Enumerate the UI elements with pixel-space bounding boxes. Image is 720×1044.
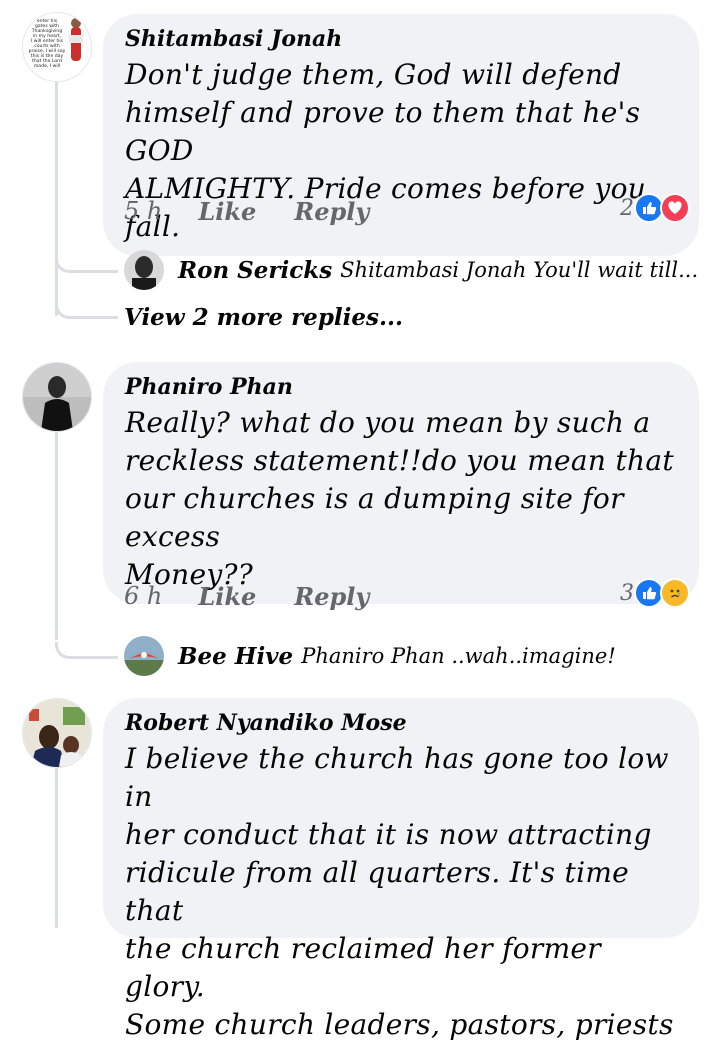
reaction-summary[interactable]: 3 — [620, 578, 690, 608]
avatar-text: made, I will — [34, 63, 60, 69]
comment-author[interactable]: Robert Nyandiko Mose — [125, 706, 677, 740]
thread-line — [55, 430, 58, 640]
comment-timestamp[interactable]: 5 h — [124, 197, 162, 225]
comment-text-line: ridicule from all quarters. It's time th… — [125, 856, 630, 927]
like-button[interactable]: Like — [198, 197, 256, 226]
avatar[interactable] — [22, 362, 92, 432]
love-icon — [660, 193, 690, 223]
comment-text-line: Some church leaders, pastors, priests — [125, 1008, 674, 1041]
comment-author[interactable]: Shitambasi Jonah — [125, 22, 677, 56]
avatar-image: enter his gates with Thanksgiving in my … — [23, 13, 91, 81]
comment-text-line: I believe the church has gone too low in — [125, 742, 669, 813]
view-more-replies-link[interactable]: View 2 more replies... — [124, 304, 403, 331]
reply-button[interactable]: Reply — [294, 582, 369, 611]
reply-preview[interactable]: Ron Sericks Shitambasi Jonah You'll wait… — [124, 248, 698, 292]
like-button[interactable]: Like — [198, 582, 256, 611]
comment-bubble: Phaniro Phan Really? what do you mean by… — [103, 362, 699, 604]
reaction-summary[interactable]: 2 — [620, 193, 690, 223]
thread-line — [55, 768, 58, 928]
avatar[interactable] — [124, 250, 164, 290]
thread-branch — [55, 642, 118, 659]
reply-button[interactable]: Reply — [294, 197, 369, 226]
reply-text: Phaniro Phan ..wah..imagine! — [301, 644, 616, 668]
reply-preview[interactable]: Bee Hive Phaniro Phan ..wah..imagine! — [124, 634, 616, 678]
comment-author[interactable]: Phaniro Phan — [125, 370, 677, 404]
avatar[interactable] — [22, 698, 92, 768]
avatar-image — [23, 699, 91, 767]
thread-branch — [55, 302, 118, 319]
sad-icon — [660, 578, 690, 608]
thread-line — [55, 80, 58, 316]
comment-text-line: reckless statement!!do you mean that — [125, 444, 674, 477]
comment-text-line: Don't judge them, God will defend — [125, 58, 622, 91]
reply-author[interactable]: Ron Sericks — [178, 257, 332, 284]
comment-text-line: our churches is a dumping site for exces… — [125, 482, 624, 553]
comment-bubble: Robert Nyandiko Mose I believe the churc… — [103, 698, 699, 1041]
comment-text-line: himself and prove to them that he's GOD — [125, 96, 641, 167]
avatar[interactable] — [124, 636, 164, 676]
avatar[interactable]: enter his gates with Thanksgiving in my … — [22, 12, 92, 82]
avatar-image — [124, 250, 164, 290]
reply-text: Shitambasi Jonah You'll wait till... — [340, 258, 699, 282]
comment-timestamp[interactable]: 6 h — [124, 582, 162, 610]
avatar-image — [124, 636, 164, 676]
thread-branch — [55, 256, 118, 273]
reaction-count: 3 — [620, 580, 634, 606]
reaction-count: 2 — [620, 195, 634, 221]
comment-text-line: the church reclaimed her former glory. — [125, 932, 601, 1003]
avatar-image — [23, 363, 91, 431]
comment-text-line: Really? what do you mean by such a — [125, 406, 651, 439]
comment-text-line: her conduct that it is now attracting — [125, 818, 652, 851]
comment-actions: 5 h Like Reply — [124, 194, 369, 228]
reply-author[interactable]: Bee Hive — [178, 643, 293, 670]
comment-actions: 6 h Like Reply — [124, 579, 369, 613]
